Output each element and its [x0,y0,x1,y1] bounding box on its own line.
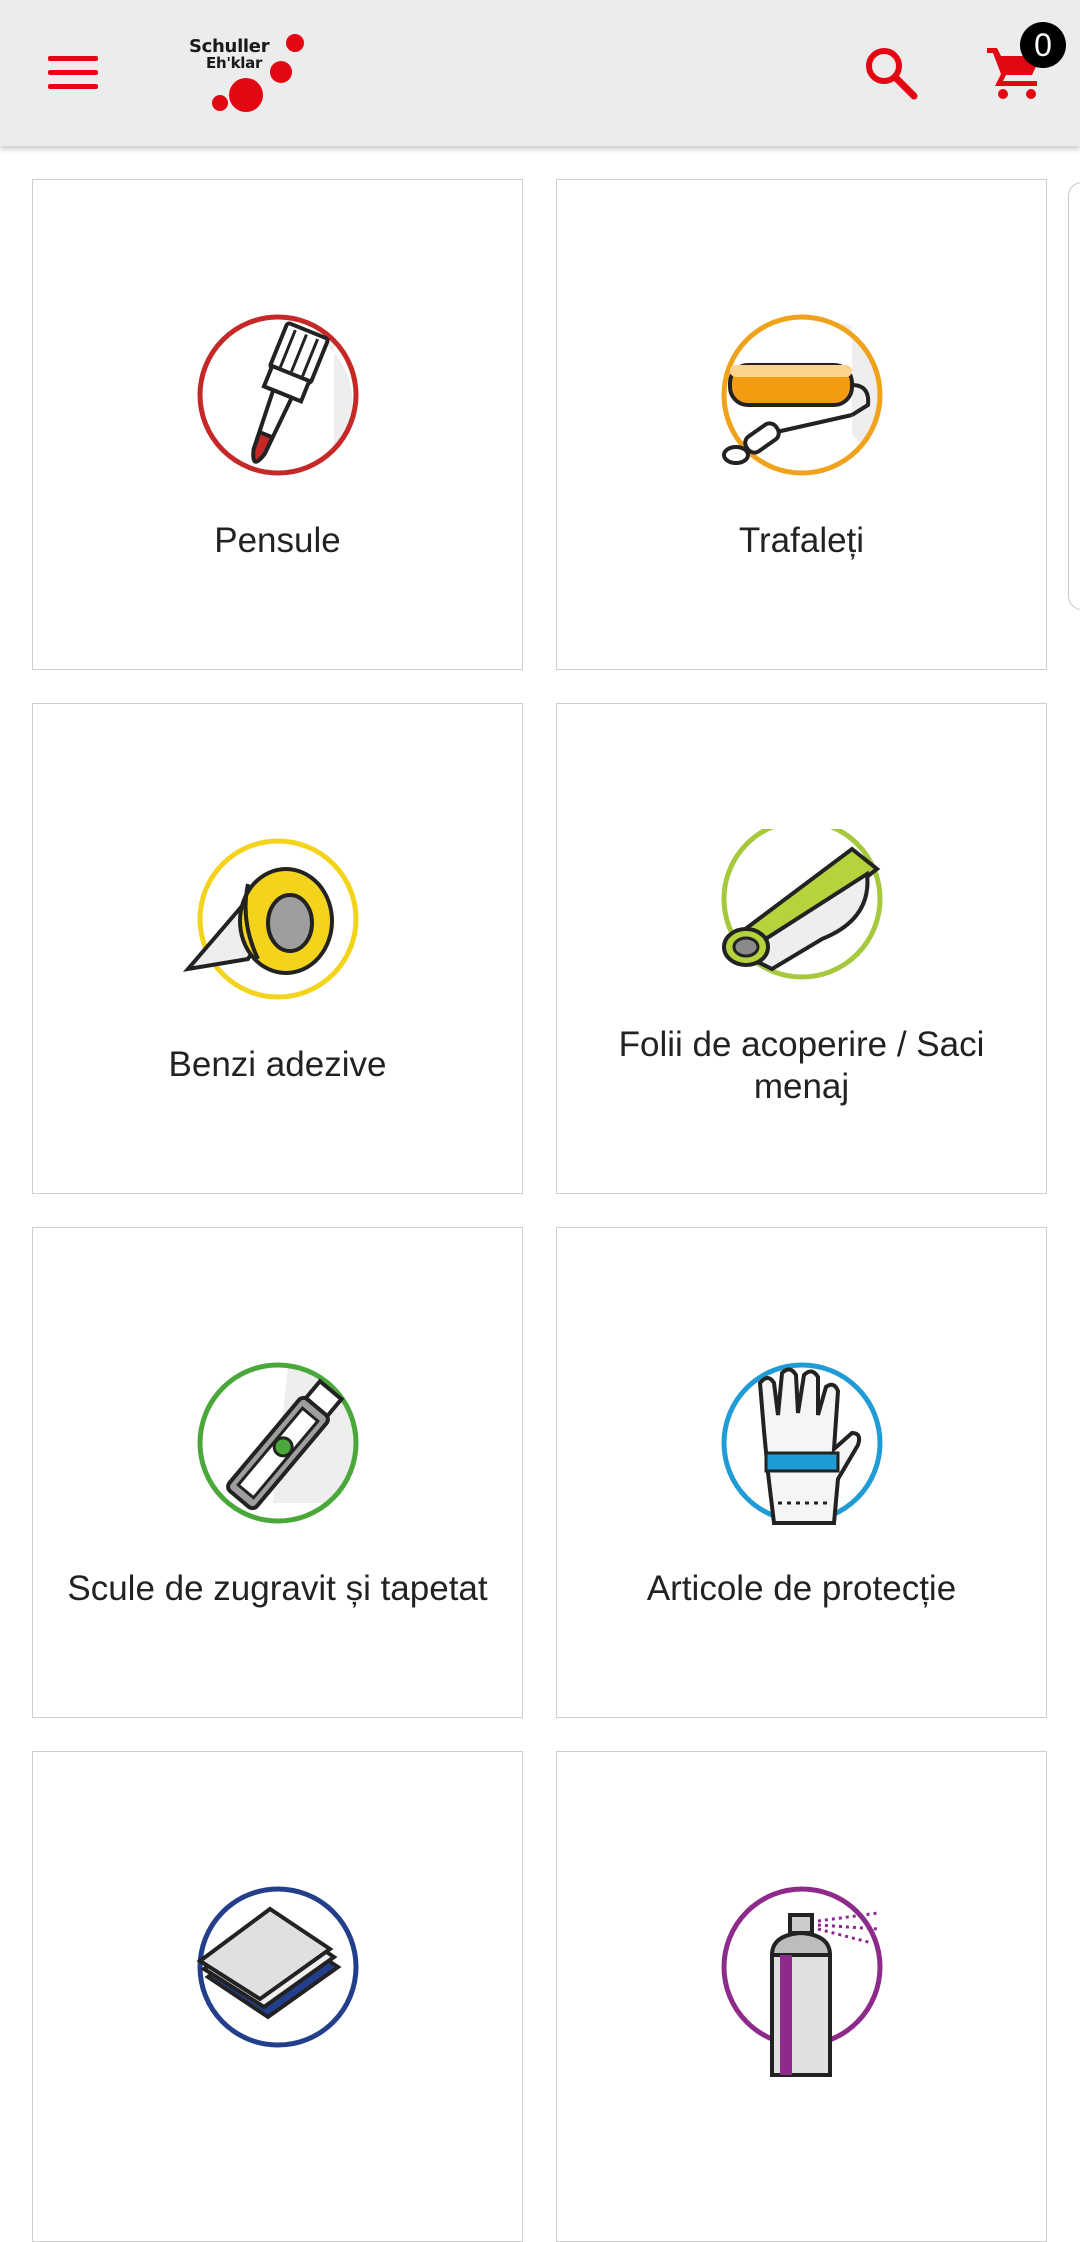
category-label: Scule de zugravit și tapetat [67,1569,488,1608]
menu-icon-bar [48,70,98,75]
menu-button[interactable] [48,53,98,93]
category-tile-trafaleti[interactable]: Trafaleți [556,179,1047,670]
category-tile-pensule[interactable]: Pensule [32,179,523,670]
category-tile-scule-de-zugravit[interactable]: Scule de zugravit și tapetat [32,1227,523,1718]
category-label: Folii de acoperire / Saci menaj [618,1025,985,1106]
cart-count-badge: 0 [1020,22,1066,68]
category-label: Pensule [214,521,341,560]
category-tile-folii-de-acoperire[interactable]: Folii de acoperire / Saci menaj [556,703,1047,1194]
paint-roller-icon [721,314,883,476]
category-label: Trafaleți [738,521,865,560]
logo-text-line2: Eh'klar [206,54,263,72]
side-drawer-handle[interactable] [1068,182,1080,610]
search-icon [866,48,918,100]
adhesive-tape-icon [182,838,359,1000]
category-tile-benzi-adezive[interactable]: Benzi adezive [32,703,523,1194]
app-header: Schuller Eh'klar 0 [0,0,1080,146]
sandpaper-icon [196,1886,359,2048]
protective-glove-icon [721,1362,883,1525]
category-tile-articole-de-protectie[interactable]: Articole de protecție [556,1227,1047,1718]
brand-logo[interactable]: Schuller Eh'klar [186,28,316,118]
menu-icon-bar [48,84,98,89]
category-tile-7[interactable] [32,1751,523,2242]
spray-can-icon [721,1886,883,2077]
category-label: Benzi adezive [168,1045,387,1084]
cover-foil-icon [721,829,883,980]
menu-icon-bar [48,56,98,61]
utility-knife-icon [197,1362,359,1524]
category-label: Articole de protecție [646,1569,957,1608]
paint-brush-icon [197,314,359,476]
search-button[interactable] [862,44,920,102]
category-tile-8[interactable] [556,1751,1047,2242]
